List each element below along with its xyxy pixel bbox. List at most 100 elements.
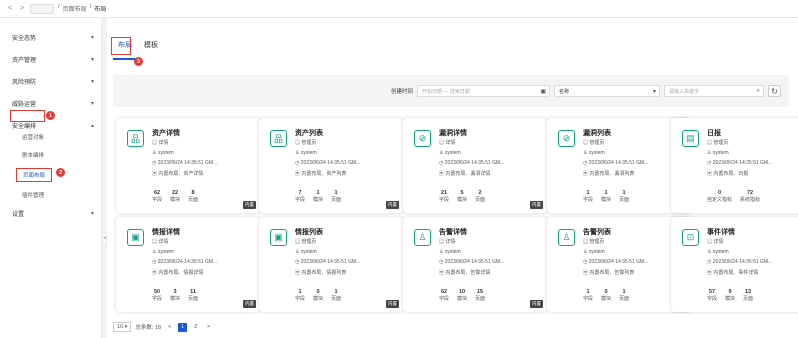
card-time-label: 2023/06/24 14:35:51 GM...: [444, 259, 505, 265]
date-range-input[interactable]: 开始日期 — 结束日期 ▣: [417, 85, 550, 97]
prev-page-button[interactable]: <: [165, 323, 174, 332]
card-type-label: 管理页: [301, 239, 317, 245]
layout-card[interactable]: ♙ 告警详情 ▤ 详情 ♙ system ◷ 2023/06/24 14:35:51 G…: [403, 217, 547, 312]
card-scope-label: 内置布局、漏洞列表: [589, 171, 635, 177]
card-title: 漏洞详情: [439, 130, 467, 137]
stat-label: 字段: [152, 296, 163, 302]
card-stats: 62 字段 10 模块 15 页面: [439, 289, 485, 302]
sidebar-item-security-posture[interactable]: 安全态势 ▾: [0, 26, 102, 48]
card-time: ◷ 2023/06/24 14:35:51 GM...: [439, 259, 504, 265]
card-time: ◷ 2023/06/24 14:35:51 GM...: [583, 160, 648, 166]
stat-modules: 5 模块: [457, 190, 467, 203]
stat-fields: 7 字段: [295, 190, 305, 203]
layout-card[interactable]: ▤ 日报 ▤ 管理页 ♙ system ◷ 2023/06/24 14:35:51 GM…: [671, 118, 798, 213]
card-type-label: 管理页: [301, 140, 317, 146]
layout-card[interactable]: ▣ 情报列表 ▤ 管理页 ♙ system ◷ 2023/06/24 14:35:51 …: [259, 217, 403, 312]
card-scope: ▣ 内置布局、告警详情: [439, 269, 490, 276]
forward-button[interactable]: >: [18, 5, 26, 12]
page-size-value: 10: [117, 324, 124, 330]
stat-pages: 13 页面: [743, 289, 753, 302]
stat-label: 页面: [743, 296, 754, 302]
sidebar-sub-operation-objects[interactable]: 运营对象: [22, 130, 44, 144]
page-1-button[interactable]: 1: [178, 322, 188, 332]
stat-modules: 1 模块: [313, 190, 323, 203]
card-stats: 50 字段 3 模块 11 页面: [152, 289, 198, 302]
layout-card[interactable]: ⊘ 漏洞详情 ▤ 详情 ♙ system ◷ 2023/06/24 14:35:51 G…: [403, 118, 547, 213]
card-scope-label: 内置布局、情报列表: [301, 270, 347, 276]
refresh-button[interactable]: ↻: [768, 85, 781, 97]
stat-label: 模块: [457, 197, 468, 203]
sidebar-item-asset-management[interactable]: 资产管理 ▾: [0, 48, 102, 70]
card-type-label: 详情: [713, 239, 724, 245]
card-user-label: system: [588, 150, 605, 156]
card-user-label: system: [712, 150, 729, 156]
total-count: 总条数: 18: [135, 325, 162, 331]
keyword-search-input[interactable]: 请输入关键字 ⌕: [664, 85, 764, 97]
card-time: ◷ 2023/06/24 14:35:51 GM...: [152, 259, 217, 265]
back-button[interactable]: <: [6, 5, 14, 12]
card-user: ♙ system: [439, 249, 461, 255]
sidebar-item-risk-prevention[interactable]: 风险预防 ▾: [0, 70, 102, 92]
sidebar-sub-page-layout[interactable]: 页面布局: [16, 168, 53, 182]
layout-card[interactable]: ♙ 告警列表 ▤ 管理页 ♙ system ◷ 2023/06/24 14:35:51 …: [547, 217, 691, 312]
card-user-label: system: [157, 150, 174, 156]
layout-card[interactable]: ⊘ 漏洞列表 ▤ 管理页 ♙ system ◷ 2023/06/24 14:35:51 …: [547, 118, 691, 213]
sidebar-sub-playbook[interactable]: 剧本编排: [22, 148, 44, 162]
card-stats: 1 字段 0 模块 1 页面: [295, 289, 341, 302]
sidebar-sub-plugin-management[interactable]: 插件管理: [22, 188, 44, 202]
field-select[interactable]: 名称 ▾: [554, 85, 660, 97]
breadcrumb-page-layout[interactable]: 页面布局: [63, 4, 87, 13]
builtin-tag: 内置: [530, 201, 543, 209]
layout-card[interactable]: 品 资产详情 ▤ 详情 ♙ system ◷ 2023/06/24 14:35:51 G…: [116, 118, 260, 213]
layout-icon: ♙: [414, 229, 431, 246]
card-type: ▤ 详情: [707, 238, 723, 245]
field-select-value: 名称: [559, 88, 570, 95]
page-size-select[interactable]: 10 ▾: [113, 322, 132, 332]
stat-label: 页面: [331, 296, 342, 302]
card-scope: ▣ 内置布局、情报详情: [152, 269, 203, 276]
layout-icon: ▣: [270, 229, 287, 246]
sidebar-item-label: 威胁运营: [12, 101, 37, 108]
chevron-down-icon: ▾: [90, 210, 94, 217]
chevron-up-icon: ▴: [90, 122, 94, 129]
card-user: ♙ system: [152, 150, 174, 156]
card-time: ◷ 2023/06/24 14:35:51 GM...: [295, 160, 360, 166]
tab-template[interactable]: 模板: [143, 40, 159, 50]
card-type: ▤ 管理页: [295, 238, 316, 245]
card-scope-label: 内置布局、情报详情: [158, 270, 204, 276]
annotation-badge: 2: [56, 168, 65, 177]
next-page-button[interactable]: >: [204, 323, 213, 332]
card-scope: ▣ 内置布局、事件详情: [707, 269, 758, 276]
card-stats: 57 字段 9 模块 13 页面: [707, 289, 753, 302]
annotation-badge: 1: [46, 111, 55, 120]
stat-label: 系统指标: [740, 197, 761, 203]
card-user: ♙ system: [707, 150, 729, 156]
layout-card[interactable]: 品 资产列表 ▤ 管理页 ♙ system ◷ 2023/06/24 14:35:51 …: [259, 118, 403, 213]
card-scope: ▣ 内置布局、漏洞详情: [439, 170, 490, 177]
window-tab[interactable]: [30, 3, 54, 14]
chevron-down-icon: ▾: [90, 34, 94, 41]
card-scope-label: 内置布局、资产详情: [158, 171, 204, 177]
stat-modules: 0 模块: [601, 289, 611, 302]
top-bar: < > / 页面布局 / 布局: [0, 0, 798, 18]
card-user: ♙ system: [295, 249, 317, 255]
search-icon: ⌕: [756, 87, 760, 94]
stat-label: 模块: [170, 197, 181, 203]
card-title: 事件详情: [707, 229, 735, 236]
chevron-down-icon: ▾: [652, 88, 656, 95]
card-stats: 1 字段 1 模块 1 页面: [583, 190, 629, 203]
card-title: 资产列表: [295, 130, 323, 137]
card-time: ◷ 2023/06/24 14:35:51 GM...: [707, 160, 772, 166]
page-2-button[interactable]: 2: [191, 323, 200, 332]
card-stats: 7 字段 1 模块 1 页面: [295, 190, 341, 203]
card-time: ◷ 2023/06/24 14:35:51 GM...: [295, 259, 360, 265]
sidebar-item-settings[interactable]: 设置 ▾: [0, 202, 102, 224]
layout-card[interactable]: ⊡ 事件详情 ▤ 详情 ♙ system ◷ 2023/06/24 14:35:51 G…: [671, 217, 798, 312]
card-time-label: 2023/06/24 14:35:51 GM...: [712, 259, 773, 265]
card-time-label: 2023/06/24 14:35:51 GM...: [157, 160, 218, 166]
stat-label: 字段: [152, 197, 163, 203]
stat-label: 模块: [725, 296, 736, 302]
layout-card[interactable]: ▣ 情报详情 ▤ 详情 ♙ system ◷ 2023/06/24 14:35:51 G…: [116, 217, 260, 312]
stat-label: 模块: [313, 296, 324, 302]
layout-icon: ♙: [558, 229, 575, 246]
